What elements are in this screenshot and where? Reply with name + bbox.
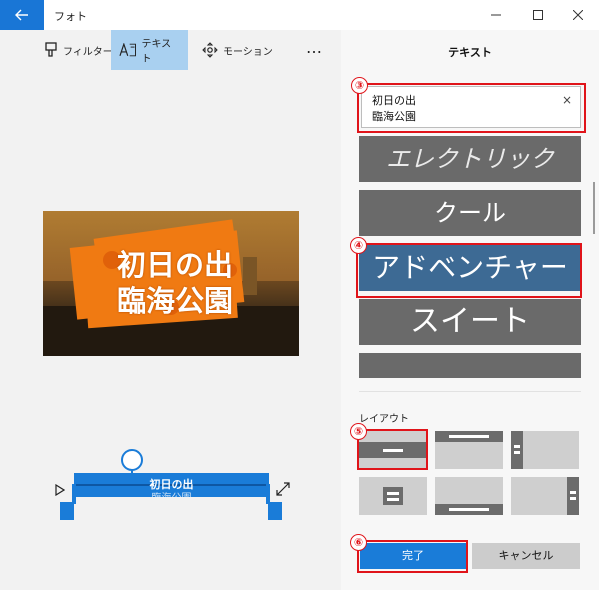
layout-label: レイアウト (359, 414, 409, 425)
style-sweet[interactable]: スイート (359, 299, 581, 345)
trim-handle-left[interactable] (58, 484, 76, 522)
style-label: スイート (410, 304, 530, 339)
layout-text-mark (570, 497, 576, 500)
title-bar: フォト (0, 0, 599, 30)
annotation-badge: ⑥ (350, 534, 367, 551)
annotation-frame (357, 540, 468, 573)
layout-band (383, 487, 403, 505)
layout-option-bottom[interactable] (435, 477, 503, 515)
timeline-playhead[interactable] (121, 449, 143, 471)
annotation-badge: ④ (350, 237, 367, 254)
layout-option-right[interactable] (511, 477, 579, 515)
style-electric[interactable]: エレクトリック (359, 136, 581, 182)
layout-text-mark (387, 492, 399, 495)
layout-text-mark (449, 508, 489, 511)
caption-line2: 臨海公園 (116, 284, 233, 318)
layout-text-mark (387, 498, 399, 501)
caption-line1: 初日の出 (116, 248, 233, 282)
layout-band (511, 431, 523, 469)
preview-caption[interactable]: 初日の出 臨海公園 (95, 247, 255, 319)
expand-icon[interactable] (276, 482, 290, 496)
back-button[interactable] (0, 0, 44, 30)
cancel-button[interactable]: キャンセル (472, 543, 580, 569)
annotation-frame (357, 429, 428, 470)
annotation-frame (356, 243, 582, 298)
layout-text-mark (514, 445, 520, 448)
layout-band (567, 477, 579, 515)
filter-icon (45, 42, 57, 57)
divider (359, 391, 581, 392)
minimize-icon (491, 14, 501, 16)
timeline-clip-label-2: 臨海公園 (74, 489, 269, 497)
minimize-button[interactable] (476, 2, 516, 28)
close-button[interactable] (558, 2, 598, 28)
text-label: テキスト (141, 39, 172, 65)
annotation-badge: ③ (351, 77, 368, 94)
filter-button[interactable]: フィルター (36, 30, 121, 70)
maximize-button[interactable] (518, 2, 558, 28)
text-icon (119, 43, 136, 57)
app-title: フォト (54, 10, 87, 23)
motion-label: モーション (223, 46, 273, 58)
style-cool[interactable]: クール (359, 190, 581, 236)
annotation-badge: ⑤ (350, 423, 367, 440)
motion-icon (202, 42, 218, 58)
layout-option-top[interactable] (435, 431, 503, 469)
close-icon (573, 10, 583, 20)
filter-label: フィルター (63, 46, 113, 58)
text-duration-bar[interactable]: 初日の出 臨海公園 (74, 473, 269, 497)
arrow-left-icon (15, 9, 28, 21)
layout-text-mark (449, 435, 489, 438)
photo-preview: 初日の出 臨海公園 (43, 211, 299, 356)
style-next[interactable] (359, 353, 581, 378)
motion-button[interactable]: モーション (194, 30, 281, 70)
panel-title: テキスト (448, 46, 492, 59)
annotation-frame (357, 83, 586, 133)
text-button[interactable]: テキスト (111, 30, 188, 70)
more-button[interactable]: … (306, 38, 323, 57)
style-list-scrollbar[interactable] (593, 182, 595, 234)
layout-text-mark (570, 491, 576, 494)
layout-text-mark (514, 451, 520, 454)
style-label: クール (434, 199, 506, 227)
style-label: エレクトリック (386, 145, 554, 173)
maximize-icon (533, 10, 543, 20)
layout-option-center-small[interactable] (359, 477, 427, 515)
layout-option-left[interactable] (511, 431, 579, 469)
editor-pane: フィルター テキスト モーション … 初日の出 臨海公園 (0, 30, 341, 590)
